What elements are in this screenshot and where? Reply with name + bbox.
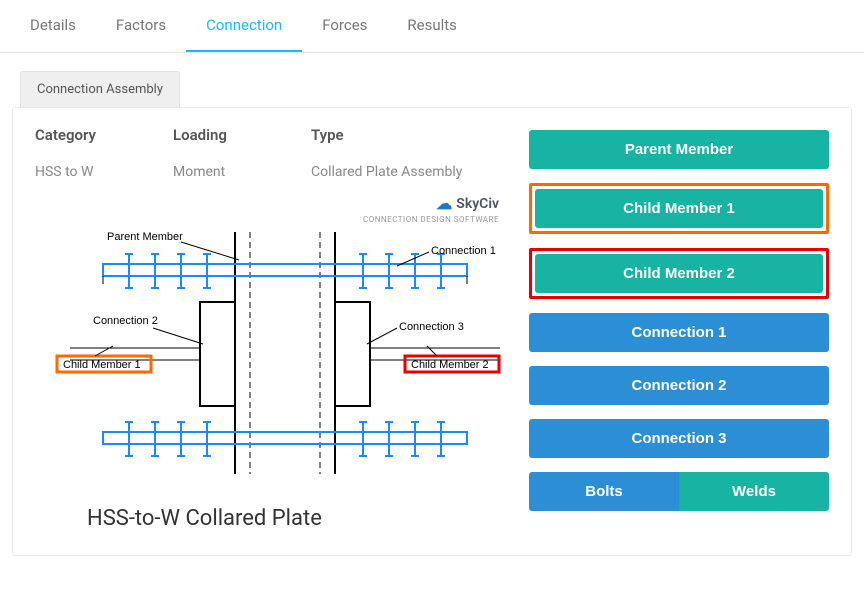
welds-button[interactable]: Welds <box>679 472 829 511</box>
diagram-svg: Parent Member Connection 1 Connection 2 … <box>35 194 505 494</box>
category-label: Category <box>35 126 135 144</box>
sub-tab-row: Connection Assembly <box>0 53 864 107</box>
left-pane: Category Loading Type HSS to W Moment Co… <box>35 126 511 531</box>
tab-connection[interactable]: Connection <box>186 0 302 52</box>
connection-diagram: ☁ SkyCiv CONNECTION DESIGN SOFTWARE <box>35 194 505 531</box>
child-member-1-button[interactable]: Child Member 1 <box>535 189 823 228</box>
loading-label: Loading <box>173 126 273 144</box>
brand-tagline: CONNECTION DESIGN SOFTWARE <box>363 215 499 224</box>
child-member-2-button[interactable]: Child Member 2 <box>535 254 823 293</box>
type-value: Collared Plate Assembly <box>311 164 462 180</box>
diagram-label-child-member-2: Child Member 2 <box>411 359 489 371</box>
tab-details[interactable]: Details <box>10 0 96 52</box>
bolts-welds-toggle: Bolts Welds <box>529 472 829 511</box>
side-panel: Parent Member Child Member 1 Child Membe… <box>529 126 829 531</box>
diagram-label-connection-1: Connection 1 <box>431 245 496 257</box>
category-value: HSS to W <box>35 164 135 180</box>
connection-2-button[interactable]: Connection 2 <box>529 366 829 405</box>
diagram-label-connection-3: Connection 3 <box>399 321 464 333</box>
type-label: Type <box>311 126 344 144</box>
parent-member-button[interactable]: Parent Member <box>529 130 829 169</box>
tab-factors[interactable]: Factors <box>96 0 186 52</box>
diagram-label-child-member-1: Child Member 1 <box>63 359 141 371</box>
tab-forces[interactable]: Forces <box>302 0 387 52</box>
child-member-2-highlight: Child Member 2 <box>529 248 829 299</box>
loading-value: Moment <box>173 164 273 180</box>
main-tabs: Details Factors Connection Forces Result… <box>0 0 864 53</box>
child-member-1-highlight: Child Member 1 <box>529 183 829 234</box>
sub-tab-connection-assembly[interactable]: Connection Assembly <box>20 71 180 107</box>
connection-3-button[interactable]: Connection 3 <box>529 419 829 458</box>
meta-values-row: HSS to W Moment Collared Plate Assembly <box>35 164 511 180</box>
meta-labels-row: Category Loading Type <box>35 126 511 156</box>
diagram-label-parent-member: Parent Member <box>107 231 183 243</box>
connection-1-button[interactable]: Connection 1 <box>529 313 829 352</box>
content-panel: Category Loading Type HSS to W Moment Co… <box>12 107 852 556</box>
tab-results[interactable]: Results <box>387 0 477 52</box>
diagram-label-connection-2: Connection 2 <box>93 315 158 327</box>
brand-name: SkyCiv <box>456 196 499 212</box>
brand-mark: ☁ SkyCiv CONNECTION DESIGN SOFTWARE <box>363 194 499 224</box>
bolts-button[interactable]: Bolts <box>529 472 679 511</box>
cloud-icon: ☁ <box>436 194 452 213</box>
diagram-title: HSS-to-W Collared Plate <box>87 506 505 531</box>
